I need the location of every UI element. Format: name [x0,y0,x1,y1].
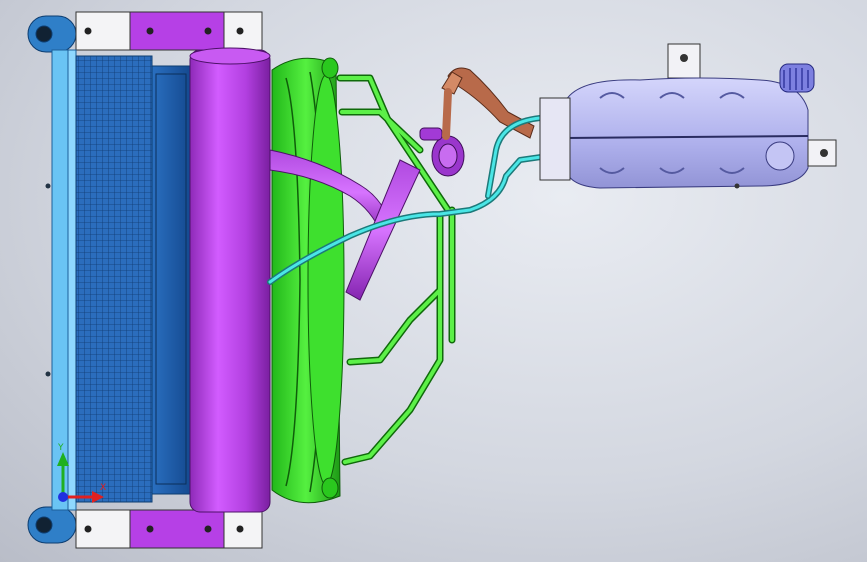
radiator-core-mesh[interactable] [75,55,153,503]
radiator-side-tank-left[interactable] [51,49,69,511]
fan-shroud[interactable] [189,47,271,513]
thermostat-housing[interactable] [419,127,465,177]
radiator-side-rail[interactable] [67,49,77,511]
triad-x-label: X [100,483,106,493]
triad-y-label: Y [57,443,64,453]
expansion-tank-cap[interactable] [779,63,815,93]
cad-viewport[interactable]: Y X [0,0,867,562]
bracket-bottom[interactable] [75,509,263,549]
cad-model-view[interactable]: Y X [0,0,867,562]
copper-hose[interactable] [441,67,535,140]
mounting-ear-bottom-left[interactable] [27,506,77,544]
condenser-core[interactable] [151,65,191,495]
mounting-ear-top-left[interactable] [27,15,77,53]
fan[interactable] [271,57,345,504]
bracket-top[interactable] [75,11,263,51]
